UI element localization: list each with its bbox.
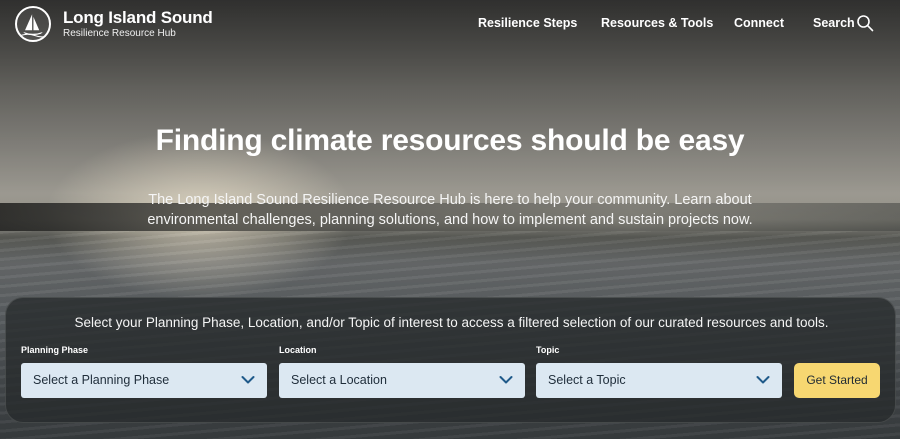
main-nav: Resilience Steps Resources & Tools Conne… (0, 16, 900, 32)
resource-filter-panel: Select your Planning Phase, Location, an… (5, 297, 896, 423)
hero-lead: The Long Island Sound Resilience Resourc… (147, 192, 753, 228)
topic-select[interactable]: Select a Topic (536, 363, 782, 398)
topic-value: Select a Topic (548, 373, 626, 387)
chevron-down-icon (499, 376, 513, 384)
planning-phase-value: Select a Planning Phase (33, 373, 170, 387)
location-label: Location (279, 345, 317, 355)
topic-label: Topic (536, 345, 560, 355)
site-header: Long Island Sound Resilience Resource Hu… (0, 0, 900, 48)
planning-phase-select[interactable]: Select a Planning Phase (21, 363, 267, 398)
get-started-button[interactable]: Get Started (794, 363, 880, 398)
location-select[interactable]: Select a Location (279, 363, 525, 398)
filter-intro: Select your Planning Phase, Location, an… (74, 315, 829, 330)
location-value: Select a Location (291, 373, 387, 387)
search-icon[interactable] (856, 14, 874, 32)
nav-connect[interactable]: Connect (734, 16, 784, 30)
nav-resources-tools[interactable]: Resources & Tools (601, 16, 713, 30)
nav-resilience-steps[interactable]: Resilience Steps (478, 16, 577, 30)
hero-heading: Finding climate resources should be easy (155, 124, 745, 157)
planning-phase-label: Planning Phase (21, 345, 89, 355)
chevron-down-icon (241, 376, 255, 384)
nav-search[interactable]: Search (813, 16, 855, 30)
chevron-down-icon (756, 376, 770, 384)
